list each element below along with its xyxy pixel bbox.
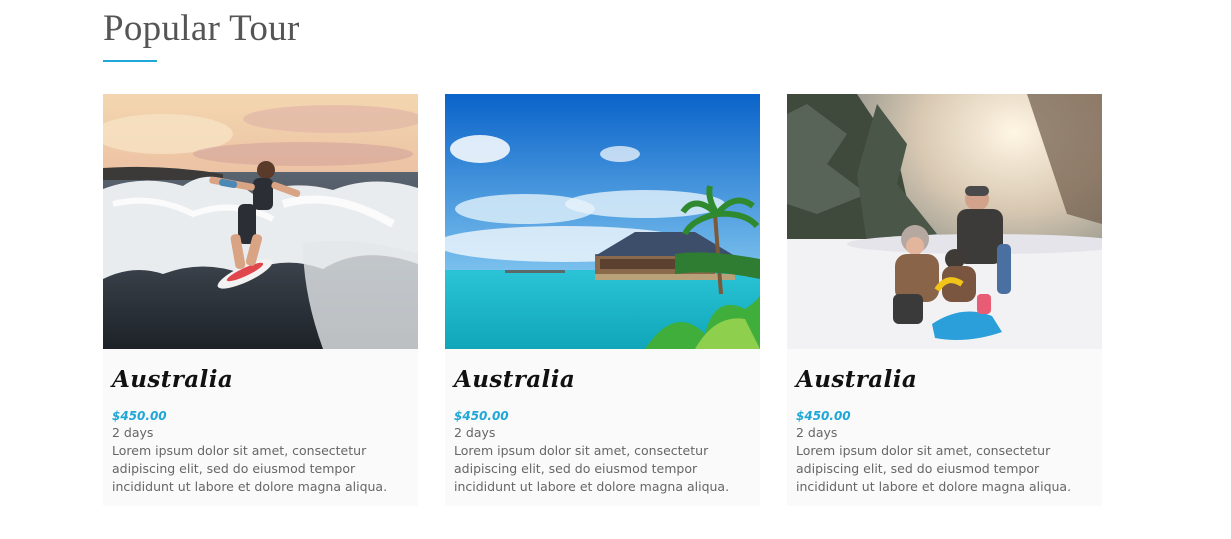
- tour-title[interactable]: Australia: [112, 363, 409, 397]
- tour-card[interactable]: Australia $450.00 2 days Lorem ipsum dol…: [787, 94, 1102, 506]
- tour-description: Lorem ipsum dolor sit amet, consectetur …: [454, 443, 730, 494]
- section-title: Popular Tour: [103, 8, 300, 49]
- tour-title[interactable]: Australia: [454, 363, 751, 397]
- tour-duration: 2 days: [796, 425, 838, 440]
- tour-duration: 2 days: [454, 425, 496, 440]
- surfing-photo[interactable]: [103, 94, 418, 349]
- snow-family-photo[interactable]: [787, 94, 1102, 349]
- tour-price: $450.00: [112, 409, 167, 423]
- title-underline: [103, 60, 157, 62]
- tropical-resort-photo[interactable]: [445, 94, 760, 349]
- tour-title[interactable]: Australia: [796, 363, 1093, 397]
- tour-price: $450.00: [454, 409, 509, 423]
- tour-description: Lorem ipsum dolor sit amet, consectetur …: [112, 443, 388, 494]
- tour-duration: 2 days: [112, 425, 154, 440]
- tour-card[interactable]: Australia $450.00 2 days Lorem ipsum dol…: [445, 94, 760, 506]
- tour-price: $450.00: [796, 409, 851, 423]
- tour-card[interactable]: Australia $450.00 2 days Lorem ipsum dol…: [103, 94, 418, 506]
- tour-card-list: Australia $450.00 2 days Lorem ipsum dol…: [103, 94, 1102, 506]
- tour-description: Lorem ipsum dolor sit amet, consectetur …: [796, 443, 1072, 494]
